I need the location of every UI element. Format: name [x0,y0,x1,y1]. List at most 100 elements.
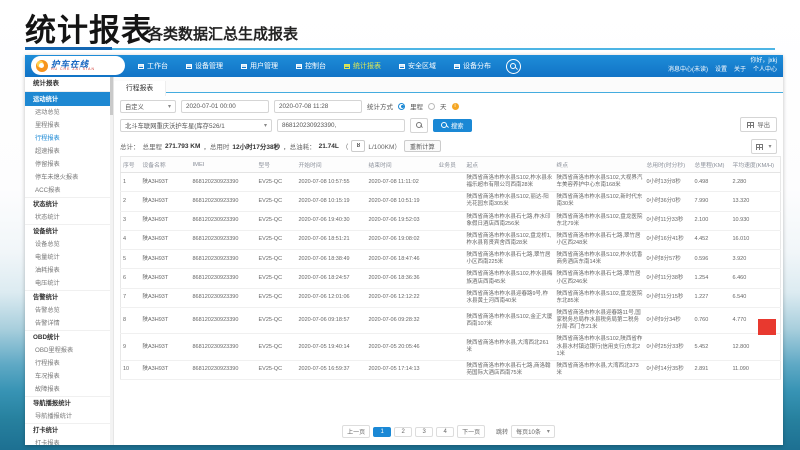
sidebar-item-0-0[interactable]: 运动总览 [25,106,113,119]
sidebar-section-4[interactable]: OBD统计 [25,330,113,344]
page-button-2[interactable]: 2 [394,427,412,437]
radio-mileage[interactable] [398,103,405,110]
sidebar-item-0-6[interactable]: ACC报表 [25,184,113,197]
sidebar-item-6-0[interactable]: 打卡报表 [25,437,113,445]
cell-model: EV25-QC [257,250,297,269]
sidebar-item-0-2[interactable]: 行程报表 [25,132,113,145]
page-button-1[interactable]: 1 [373,427,391,437]
page-size-select[interactable]: 每页10条▾ [511,425,555,438]
cell-name: 陕A3H93T [141,269,191,288]
app-logo[interactable]: 护车在线 HU CHE ZAI XIAN [31,56,125,75]
sidebar-item-4-2[interactable]: 车况报表 [25,370,113,383]
navbar-link-3[interactable]: 个人中心 [753,66,777,75]
nav-item-2[interactable]: 用户管理 [232,61,287,71]
cell-duration: 0小时16分41秒 [645,230,693,249]
cell-start: 2020-07-08 10:57:55 [297,173,367,192]
table-row[interactable]: 4陕A3H93T868120230923390EV25-QC2020-07-06… [121,230,781,249]
table-row[interactable]: 7陕A3H93T868120230923390EV25-QC2020-07-06… [121,288,781,307]
sidebar-section-0[interactable]: 运动统计 [25,92,113,106]
radio-day[interactable] [428,103,435,110]
table-row[interactable]: 10陕A3H93T868120230923390EV25-QC2020-07-0… [121,360,781,379]
nav-item-label: 统计报表 [353,61,381,71]
cell-speed: 6.540 [731,288,781,307]
sidebar-item-4-3[interactable]: 故障报表 [25,383,113,396]
sidebar-item-3-0[interactable]: 告警总览 [25,304,113,317]
next-page-button[interactable]: 下一页 [457,425,485,438]
columns-button[interactable]: ▾ [751,139,777,154]
cell-speed: 12.800 [731,334,781,360]
sidebar-item-2-1[interactable]: 电量统计 [25,251,113,264]
sidebar-scrollbar[interactable] [110,77,113,445]
nav-item-label: 工作台 [147,61,168,71]
cell-end: 2020-07-06 18:36:36 [367,269,437,288]
sidebar-item-3-1[interactable]: 告警详情 [25,317,113,330]
sidebar-section-5[interactable]: 导航播报统计 [25,396,113,410]
cell-name: 陕A3H93T [141,173,191,192]
cell-mileage: 0.596 [693,250,731,269]
scrollbar-thumb[interactable] [110,77,113,115]
nav-item-3[interactable]: 控制台 [287,61,335,71]
cell-imei: 868120230923390 [191,307,257,333]
navbar-link-0[interactable]: 消息中心(未读) [668,66,708,75]
nav-item-0[interactable]: 工作台 [129,61,177,71]
export-button[interactable]: 导出 [740,117,777,132]
cell-imei: 868120230923390 [191,288,257,307]
table-row[interactable]: 3陕A3H93T868120230923390EV25-QC2020-07-06… [121,211,781,230]
table-row[interactable]: 5陕A3H93T868120230923390EV25-QC2020-07-06… [121,250,781,269]
cell-speed: 13.320 [731,192,781,211]
cell-model: EV25-QC [257,269,297,288]
fuel-rate-input[interactable] [351,140,365,152]
nav-search-icon[interactable] [506,59,521,74]
table-row[interactable]: 8陕A3H93T868120230923390EV25-QC2020-07-06… [121,307,781,333]
recalculate-button[interactable]: 重新计算 [404,140,441,152]
sidebar-item-2-0[interactable]: 设备总览 [25,238,113,251]
sidebar-item-1-0[interactable]: 状态统计 [25,211,113,224]
sidebar-section-6[interactable]: 打卡统计 [25,423,113,437]
cell-name: 陕A3H93T [141,288,191,307]
table-row[interactable]: 6陕A3H93T868120230923390EV25-QC2020-07-06… [121,269,781,288]
sidebar-section-2[interactable]: 设备统计 [25,224,113,238]
navbar-link-2[interactable]: 关于 [734,66,746,75]
cell-duration: 0小时11分15秒 [645,288,693,307]
nav-item-4[interactable]: 统计报表 [335,61,390,71]
nav-item-1[interactable]: 设备管理 [177,61,232,71]
table-row[interactable]: 1陕A3H93T868120230923390EV25-QC2020-07-08… [121,173,781,192]
cell-start: 2020-07-06 12:01:06 [297,288,367,307]
total-fuel-label: ，总油耗： [283,141,316,151]
sidebar-section-3[interactable]: 告警统计 [25,290,113,304]
date-range-select[interactable]: 自定义▾ [120,100,176,113]
export-icon [747,122,754,128]
nav-item-5[interactable]: 安全区域 [390,61,445,71]
sidebar-item-4-0[interactable]: OBD里程报表 [25,344,113,357]
sidebar-section-1[interactable]: 状态统计 [25,197,113,211]
device-lookup-button[interactable] [410,118,428,133]
info-icon[interactable]: i [452,103,459,110]
sidebar-item-0-4[interactable]: 停留报表 [25,158,113,171]
total-duration-value: 12小时17分38秒 [232,141,280,151]
cell-to: 陕西省商洛市柞水县S102,盘龙医院东北85米 [555,288,645,307]
vehicle-group-select[interactable]: 北斗车联网重庆沃护车星(库存526/1▾ [120,119,272,132]
sidebar-item-0-5[interactable]: 停车未熄火报表 [25,171,113,184]
cell-name: 陕A3H93T [141,250,191,269]
nav-item-icon [241,64,247,69]
sidebar-item-5-0[interactable]: 导航播报统计 [25,410,113,423]
sidebar-item-2-2[interactable]: 油耗报表 [25,264,113,277]
sidebar-item-4-1[interactable]: 行程报表 [25,357,113,370]
table-row[interactable]: 9陕A3H93T868120230923390EV25-QC2020-07-05… [121,334,781,360]
cell-agent [437,360,465,379]
sidebar-item-2-3[interactable]: 电压统计 [25,277,113,290]
table-row[interactable]: 2陕A3H93T868120230923390EV25-QC2020-07-08… [121,192,781,211]
page-button-4[interactable]: 4 [436,427,454,437]
sidebar-item-0-3[interactable]: 超速报表 [25,145,113,158]
prev-page-button[interactable]: 上一页 [342,425,370,438]
cell-imei: 868120230923390 [191,360,257,379]
nav-item-6[interactable]: 设备分布 [445,61,500,71]
date-to-input[interactable] [274,100,362,113]
sidebar-item-0-1[interactable]: 里程报表 [25,119,113,132]
logo-icon [36,60,48,72]
search-button[interactable]: 搜索 [433,119,472,132]
navbar-link-1[interactable]: 设置 [715,66,727,75]
imei-input[interactable] [277,119,405,132]
page-button-3[interactable]: 3 [415,427,433,437]
date-from-input[interactable] [181,100,269,113]
